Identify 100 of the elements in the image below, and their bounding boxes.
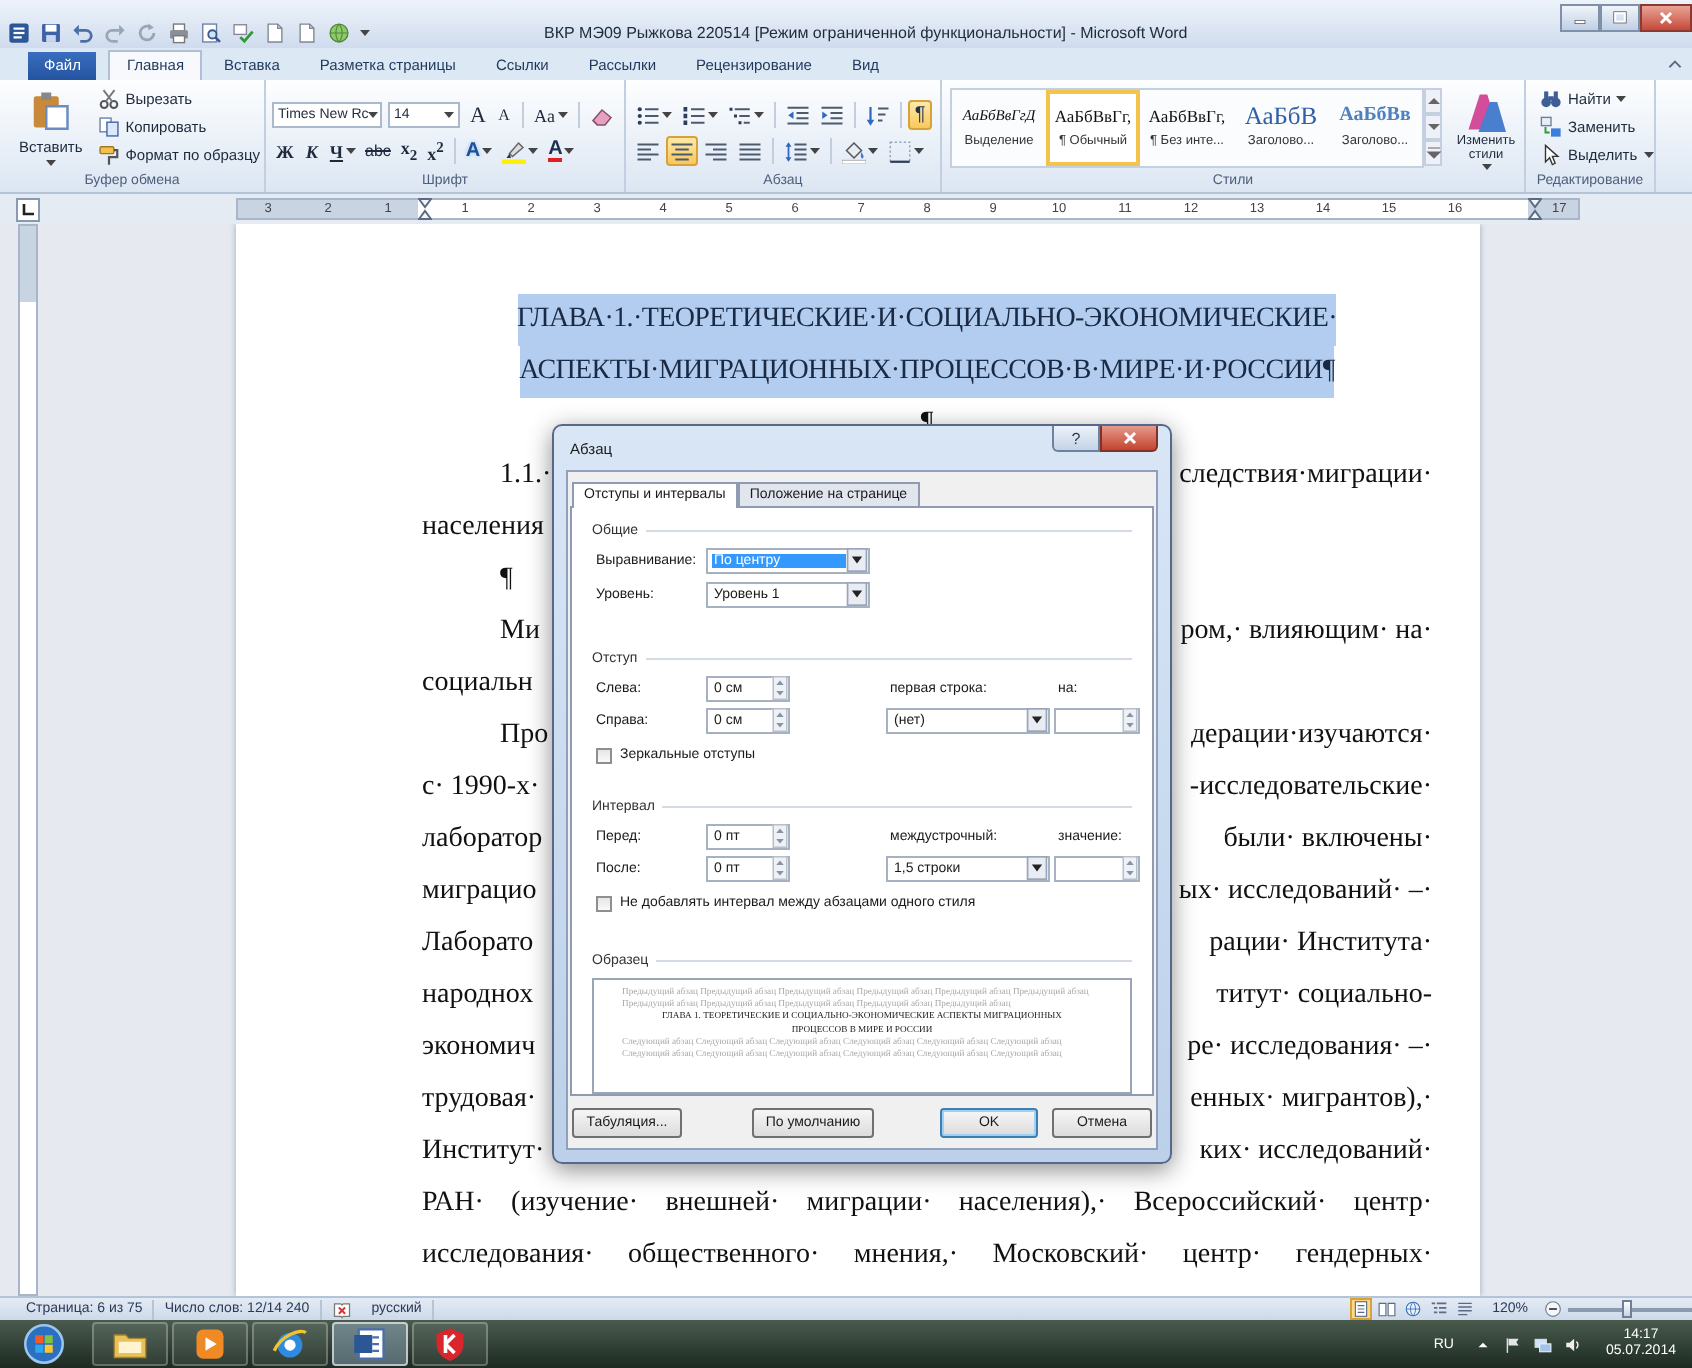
scroll-down-icon[interactable] bbox=[1425, 120, 1441, 134]
floppy-icon[interactable] bbox=[40, 21, 62, 43]
app-icon[interactable] bbox=[8, 21, 30, 43]
caret-icon bbox=[444, 112, 454, 118]
view-button[interactable] bbox=[1376, 1298, 1399, 1320]
body-text: лаборатор bbox=[422, 822, 543, 858]
taskbar-button[interactable] bbox=[332, 1322, 408, 1366]
checkbox[interactable] bbox=[596, 895, 612, 911]
scroll-up-icon[interactable] bbox=[1425, 94, 1441, 108]
undo-icon[interactable] bbox=[72, 21, 94, 43]
checkbox[interactable] bbox=[596, 747, 612, 763]
view-button[interactable] bbox=[1350, 1298, 1373, 1320]
taskbar-button[interactable] bbox=[172, 1322, 248, 1366]
scissors-icon bbox=[97, 87, 120, 109]
strike-button[interactable]: abc bbox=[361, 136, 395, 166]
caret-icon bbox=[1643, 151, 1654, 157]
spelling-icon[interactable] bbox=[331, 1299, 352, 1319]
view-button[interactable] bbox=[1454, 1298, 1477, 1320]
network-icon[interactable] bbox=[1533, 1335, 1552, 1353]
close-icon bbox=[1656, 8, 1676, 28]
line-spacing-icon bbox=[784, 139, 808, 163]
highlight-button[interactable] bbox=[498, 136, 543, 166]
page-layout-icon bbox=[1352, 1300, 1371, 1318]
body-text: Про bbox=[498, 718, 549, 754]
grow-button[interactable]: A bbox=[466, 100, 490, 130]
body-text: миграцио bbox=[422, 874, 537, 910]
spin-arrows-icon bbox=[772, 856, 788, 880]
chevron-icon[interactable] bbox=[1666, 55, 1684, 73]
bold-button[interactable]: Ж bbox=[272, 136, 298, 166]
maximize-button[interactable] bbox=[1600, 4, 1640, 32]
taskbar-button[interactable] bbox=[92, 1322, 168, 1366]
style-preview: АаБбВв bbox=[1339, 104, 1411, 128]
body-text: трудовая· bbox=[422, 1082, 537, 1118]
tab-selector[interactable] bbox=[16, 197, 40, 221]
body-text: ых· исследований· –· bbox=[1178, 874, 1432, 910]
shrink-button[interactable]: A bbox=[492, 100, 516, 130]
align-center-icon bbox=[670, 139, 694, 163]
heading-text: ГЛАВА·1.·ТЕОРЕТИЧЕСКИЕ·И·СОЦИАЛЬНО-ЭКОНОМИЧЕСКИЕ· bbox=[517, 294, 1337, 346]
printer-icon[interactable] bbox=[168, 21, 190, 43]
sort-icon bbox=[866, 103, 890, 127]
caret-icon[interactable] bbox=[360, 29, 370, 35]
body-text: -исследовательские· bbox=[1189, 770, 1432, 806]
minimize-button[interactable] bbox=[1560, 4, 1600, 32]
shield-icon bbox=[432, 1326, 468, 1362]
slider-thumb[interactable] bbox=[1622, 1299, 1633, 1317]
borders-button[interactable] bbox=[884, 136, 928, 166]
caret-icon bbox=[368, 112, 379, 118]
close-button[interactable] bbox=[1100, 426, 1158, 452]
page-icon[interactable] bbox=[296, 21, 318, 43]
color-button[interactable]: A bbox=[544, 136, 579, 166]
line-spacing-button[interactable] bbox=[780, 136, 824, 166]
speaker-icon[interactable] bbox=[1563, 1335, 1582, 1353]
align-left-icon bbox=[636, 139, 660, 163]
taskbar-button[interactable] bbox=[252, 1322, 328, 1366]
close-button[interactable] bbox=[1640, 4, 1692, 32]
spin-field[interactable] bbox=[1054, 707, 1140, 733]
page-icon[interactable] bbox=[264, 21, 286, 43]
align-center-button[interactable] bbox=[666, 136, 698, 166]
lines-icon bbox=[1456, 1300, 1475, 1318]
caret-icon bbox=[868, 148, 878, 154]
binoculars-icon bbox=[1540, 87, 1562, 109]
paintbrush-icon bbox=[97, 143, 120, 165]
magnifier-page-icon[interactable] bbox=[200, 21, 222, 43]
effects-button[interactable]: A bbox=[461, 136, 497, 166]
more-icon[interactable] bbox=[1425, 146, 1441, 160]
pilcrow-button[interactable]: ¶ bbox=[908, 100, 932, 130]
underline-button[interactable]: Ч bbox=[325, 136, 360, 166]
spin-field[interactable] bbox=[1054, 855, 1140, 881]
body-text: с· 1990-х· bbox=[422, 770, 540, 806]
copy-icon bbox=[97, 115, 120, 137]
view-button[interactable] bbox=[1402, 1298, 1425, 1320]
maximize-icon bbox=[1610, 8, 1630, 28]
bullet-list-icon bbox=[636, 103, 660, 127]
paint-bucket-icon bbox=[842, 139, 866, 163]
globe-icon[interactable] bbox=[328, 21, 350, 43]
caret-icon bbox=[914, 148, 924, 154]
italic-button[interactable]: К bbox=[299, 136, 324, 166]
outline-icon bbox=[1430, 1300, 1449, 1318]
window-title: ВКР МЭ09 Рыжкова 220514 [Режим ограниченной функциональности] - Microsoft Word bbox=[544, 23, 1188, 41]
sup-button[interactable]: x$^{2}$ bbox=[423, 136, 448, 166]
sub-button[interactable]: x$_{2}$ bbox=[396, 136, 422, 166]
body-text: ром,· влияющим· на· bbox=[1180, 614, 1432, 650]
caret-icon bbox=[345, 148, 356, 154]
spin-arrows-icon bbox=[772, 676, 788, 700]
start-orb-icon[interactable] bbox=[24, 1324, 64, 1364]
close-icon bbox=[1119, 428, 1139, 448]
tab-stop-icon bbox=[22, 203, 34, 215]
spelling-icon[interactable] bbox=[232, 21, 254, 43]
open-book-icon bbox=[1378, 1300, 1397, 1318]
help-button[interactable]: ? bbox=[1052, 426, 1100, 452]
case-button[interactable]: Aa bbox=[530, 100, 571, 130]
styles-icon bbox=[1466, 92, 1506, 132]
taskbar-button[interactable] bbox=[412, 1322, 488, 1366]
replace-icon bbox=[1540, 115, 1562, 137]
flag-icon[interactable] bbox=[1503, 1335, 1522, 1353]
shading-button[interactable] bbox=[838, 136, 882, 166]
body-text: дерации·изучаются· bbox=[1190, 718, 1432, 754]
body-text: Лаборато bbox=[422, 926, 534, 962]
body-text: следствия·миграции· bbox=[1179, 458, 1432, 494]
zoom-out-icon[interactable] bbox=[1544, 1300, 1562, 1318]
